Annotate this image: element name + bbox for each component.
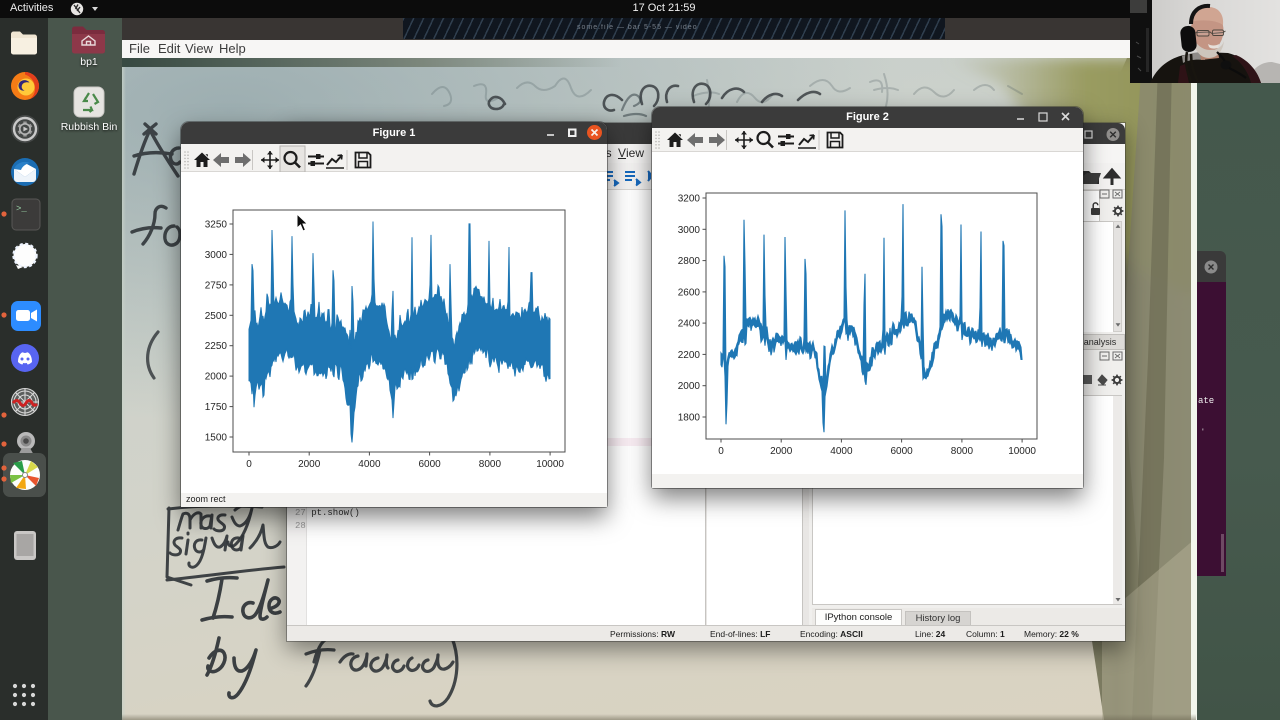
svg-text:2800: 2800 [678, 256, 701, 267]
svg-text:>_: >_ [16, 204, 27, 214]
svg-text:2500: 2500 [205, 311, 228, 322]
svg-text:2200: 2200 [678, 350, 701, 361]
svg-text:4000: 4000 [358, 459, 381, 470]
svg-text:1800: 1800 [678, 413, 701, 424]
svg-text:2400: 2400 [678, 319, 701, 330]
svg-text:10000: 10000 [536, 459, 564, 470]
svg-text:0: 0 [718, 446, 724, 457]
svg-text:1750: 1750 [205, 402, 228, 413]
svg-text:1500: 1500 [205, 433, 228, 444]
svg-text:8000: 8000 [479, 459, 502, 470]
svg-text:2750: 2750 [205, 280, 228, 291]
svg-text:3250: 3250 [205, 220, 228, 231]
svg-text:2000: 2000 [770, 446, 793, 457]
svg-text:3200: 3200 [678, 194, 701, 205]
svg-text:10000: 10000 [1008, 446, 1036, 457]
svg-text:2600: 2600 [678, 287, 701, 298]
svg-text:2000: 2000 [678, 381, 701, 392]
svg-text:2000: 2000 [298, 459, 321, 470]
svg-text:8000: 8000 [951, 446, 974, 457]
svg-text:2250: 2250 [205, 341, 228, 352]
svg-text:3000: 3000 [678, 225, 701, 236]
svg-text:3000: 3000 [205, 250, 228, 261]
svg-text:4000: 4000 [830, 446, 853, 457]
svg-text:6000: 6000 [418, 459, 441, 470]
svg-text:6000: 6000 [890, 446, 913, 457]
svg-text:2000: 2000 [205, 372, 228, 383]
svg-text:0: 0 [246, 459, 252, 470]
